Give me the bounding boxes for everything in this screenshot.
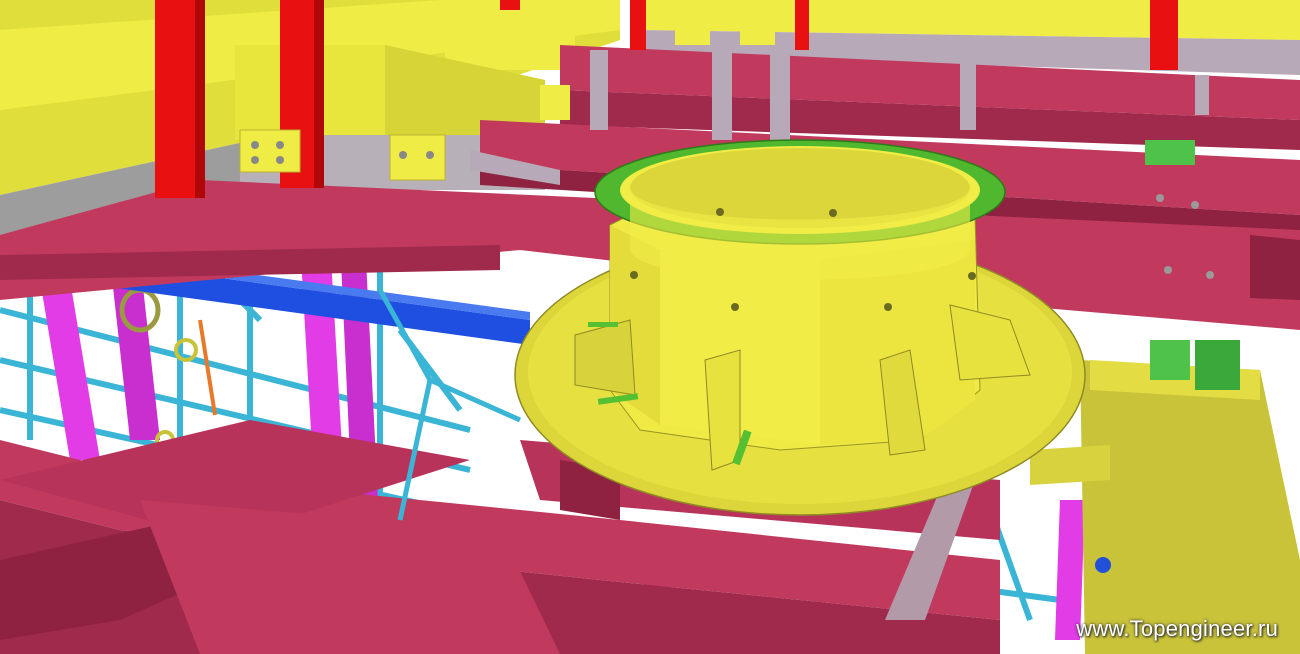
render-canvas — [0, 0, 1300, 654]
hopper-assembly — [514, 139, 1086, 516]
watermark-text: www.Topengineer.ru — [1076, 616, 1278, 641]
steel-structure-render: www.Topengineer.ru — [0, 0, 1300, 654]
